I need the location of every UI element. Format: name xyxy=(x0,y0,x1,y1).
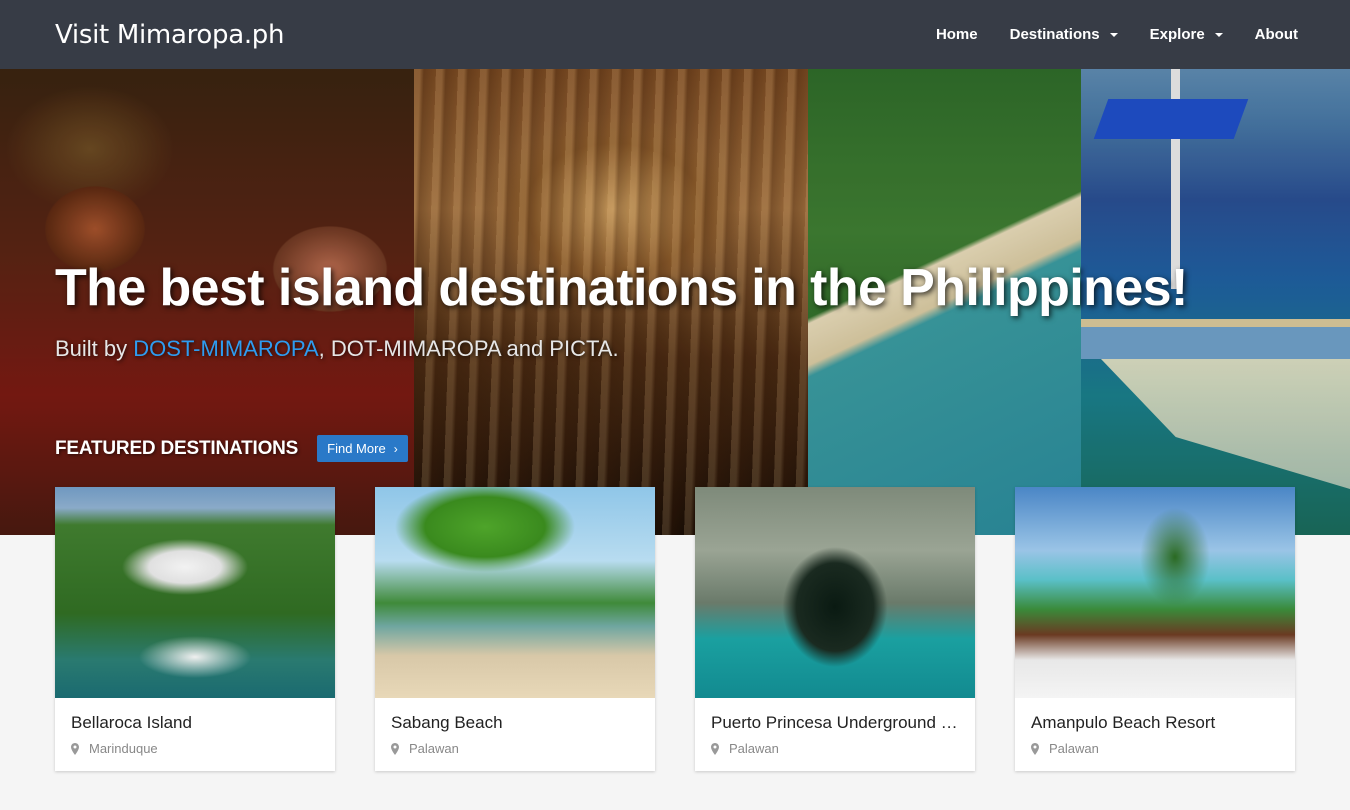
caret-down-icon xyxy=(1214,32,1223,37)
nav-home-label: Home xyxy=(935,26,978,43)
chevron-right-icon: › xyxy=(393,441,398,456)
brand-logo[interactable]: Visit Mimaropa.ph xyxy=(55,20,285,50)
card-location-label: Palawan xyxy=(409,741,459,756)
card-location-label: Marinduque xyxy=(89,741,158,756)
hero-subtitle-prefix: Built by xyxy=(55,336,134,361)
destination-card[interactable]: Sabang Beach Palawan xyxy=(375,487,655,771)
hero-title: The best island destinations in the Phil… xyxy=(55,259,1188,317)
card-body: Amanpulo Beach Resort Palawan xyxy=(1015,698,1295,756)
card-title: Puerto Princesa Underground … xyxy=(711,713,958,732)
card-image-sabang xyxy=(375,487,655,698)
map-pin-icon xyxy=(391,742,399,755)
destination-card[interactable]: Bellaroca Island Marinduque xyxy=(55,487,335,771)
hero-subtitle: Built by DOST-MIMAROPA, DOT-MIMAROPA and… xyxy=(55,336,619,362)
nav-about-label: About xyxy=(1254,26,1298,43)
caret-down-icon xyxy=(1109,32,1118,37)
map-pin-icon xyxy=(1031,742,1039,755)
card-body: Bellaroca Island Marinduque xyxy=(55,698,335,756)
card-body: Sabang Beach Palawan xyxy=(375,698,655,756)
card-location: Marinduque xyxy=(71,741,319,756)
card-location: Palawan xyxy=(711,741,959,756)
nav-home[interactable]: Home xyxy=(920,26,994,43)
card-title: Sabang Beach xyxy=(391,713,503,732)
main-nav: Home Destinations Explore About xyxy=(920,26,1298,43)
destination-cards: Bellaroca Island Marinduque Sabang Beach… xyxy=(55,487,1295,771)
card-image-amanpulo xyxy=(1015,487,1295,698)
nav-explore[interactable]: Explore xyxy=(1134,26,1239,43)
nav-destinations-label: Destinations xyxy=(1009,26,1100,43)
card-body: Puerto Princesa Underground … Palawan xyxy=(695,698,975,756)
nav-about[interactable]: About xyxy=(1239,26,1298,43)
card-title: Bellaroca Island xyxy=(71,713,192,732)
card-image-bellaroca xyxy=(55,487,335,698)
dost-mimaropa-link[interactable]: DOST-MIMAROPA xyxy=(133,336,318,361)
nav-explore-label: Explore xyxy=(1149,26,1205,43)
destination-card[interactable]: Puerto Princesa Underground … Palawan xyxy=(695,487,975,771)
card-location: Palawan xyxy=(391,741,639,756)
featured-destinations-label: FEATURED DESTINATIONS xyxy=(55,437,299,459)
top-navbar: Visit Mimaropa.ph Home Destinations Expl… xyxy=(0,0,1350,69)
map-pin-icon xyxy=(711,742,719,755)
hero-subtitle-suffix: , DOT-MIMAROPA and PICTA. xyxy=(318,336,619,361)
card-title: Amanpulo Beach Resort xyxy=(1031,713,1216,732)
card-location: Palawan xyxy=(1031,741,1279,756)
card-location-label: Palawan xyxy=(729,741,779,756)
destination-card[interactable]: Amanpulo Beach Resort Palawan xyxy=(1015,487,1295,771)
map-pin-icon xyxy=(71,742,79,755)
card-location-label: Palawan xyxy=(1049,741,1099,756)
find-more-button[interactable]: Find More › xyxy=(317,435,408,462)
card-image-underground-river xyxy=(695,487,975,698)
nav-destinations[interactable]: Destinations xyxy=(994,26,1134,43)
find-more-label: Find More xyxy=(327,441,386,456)
featured-header: FEATURED DESTINATIONS Find More › xyxy=(55,435,408,462)
